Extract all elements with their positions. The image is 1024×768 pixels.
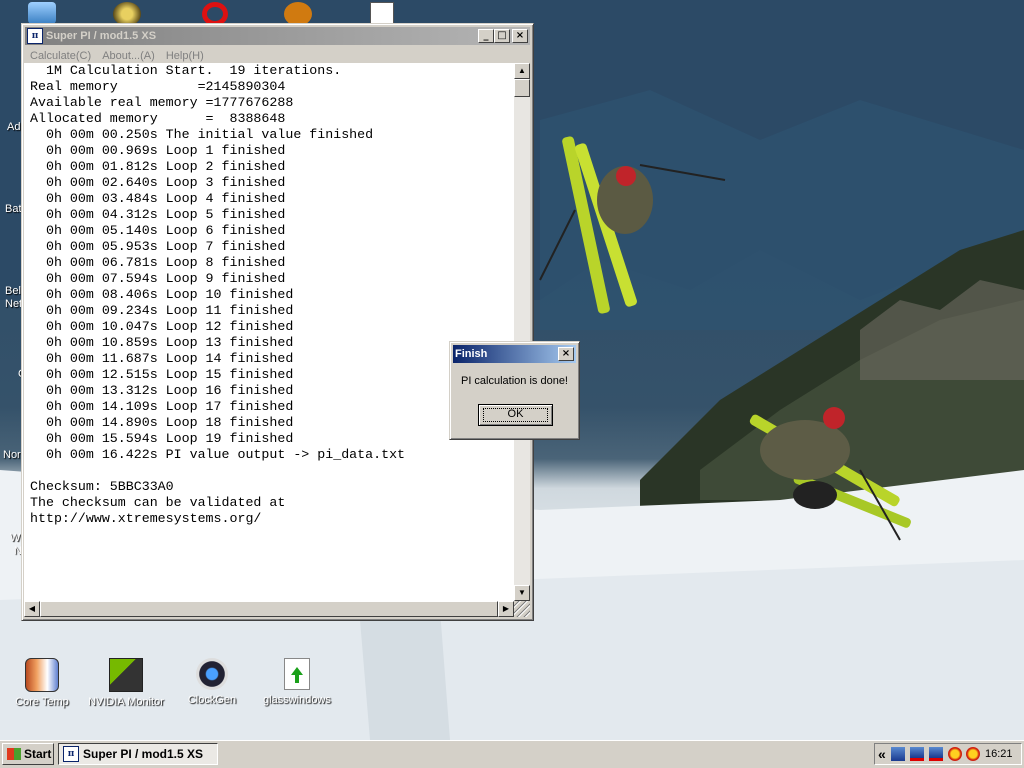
desktop-icon-core-temp[interactable]: Core Temp xyxy=(0,658,84,708)
edge-label[interactable]: W xyxy=(10,532,20,544)
superpi-titlebar[interactable]: π Super PI / mod1.5 XS _ □ × xyxy=(25,27,530,45)
output-line: 0h 00m 15.594s Loop 19 finished xyxy=(30,431,294,446)
network-icon[interactable] xyxy=(891,747,905,761)
output-line: 0h 00m 14.109s Loop 17 finished xyxy=(30,399,294,414)
taskbar: Start π Super PI / mod1.5 XS « 16:21 xyxy=(0,740,1024,768)
desktop-icon-label: Core Temp xyxy=(15,696,69,708)
minimize-button[interactable]: _ xyxy=(478,29,494,43)
desktop-icon-recycle-bin[interactable] xyxy=(28,2,56,24)
finish-dialog-message: PI calculation is done! xyxy=(460,375,568,387)
output-line: Checksum: 5BBC33A0 xyxy=(30,479,174,494)
warning-icon[interactable] xyxy=(966,747,980,761)
output-line: 0h 00m 04.312s Loop 5 finished xyxy=(30,207,286,222)
resize-grip[interactable] xyxy=(514,601,530,617)
output-line: 0h 00m 16.422s PI value output -> pi_dat… xyxy=(30,447,406,462)
clock[interactable]: 16:21 xyxy=(985,744,1013,764)
superpi-app-icon: π xyxy=(27,28,43,44)
desktop-icon-label: NVIDIA Monitor xyxy=(88,696,164,708)
output-line: 0h 00m 05.953s Loop 7 finished xyxy=(30,239,286,254)
desktop-icon-label: ClockGen xyxy=(187,694,237,706)
scroll-down-button[interactable]: ▼ xyxy=(514,585,530,601)
system-tray: « 16:21 xyxy=(874,743,1022,765)
finish-dialog: Finish × PI calculation is done! OK xyxy=(449,341,580,440)
taskbar-item-superpi[interactable]: π Super PI / mod1.5 XS xyxy=(58,743,218,765)
output-line: 0h 00m 01.812s Loop 2 finished xyxy=(30,159,286,174)
superpi-task-icon: π xyxy=(63,746,79,762)
output-line: 0h 00m 05.140s Loop 6 finished xyxy=(30,223,286,238)
security-alert-icon[interactable] xyxy=(948,747,962,761)
focus-rect xyxy=(483,408,548,422)
superpi-output[interactable]: 1M Calculation Start. 19 iterations. Real… xyxy=(24,63,518,601)
horizontal-scrollbar[interactable]: ◀ ▶ xyxy=(24,601,514,617)
output-line: 0h 00m 11.687s Loop 14 finished xyxy=(30,351,294,366)
windows-logo-icon xyxy=(7,748,21,760)
taskbar-item-label: Super PI / mod1.5 XS xyxy=(83,747,204,761)
output-line: 0h 00m 00.250s The initial value finishe… xyxy=(30,127,374,142)
output-line: 0h 00m 07.594s Loop 9 finished xyxy=(30,271,286,286)
output-line: 1M Calculation Start. 19 iterations. xyxy=(30,63,342,78)
network-disconnected-icon[interactable] xyxy=(910,747,924,761)
clock-gear-icon xyxy=(196,658,228,690)
start-label: Start xyxy=(24,747,52,761)
start-button[interactable]: Start xyxy=(2,743,54,765)
tray-expand-chevron[interactable]: « xyxy=(878,744,886,764)
nvidia-monitor-icon xyxy=(109,658,143,692)
menu-calculate[interactable]: Calculate(C) xyxy=(30,50,91,62)
output-line: 0h 00m 03.484s Loop 4 finished xyxy=(30,191,286,206)
dialog-close-button[interactable]: × xyxy=(558,347,574,361)
output-line: 0h 00m 14.890s Loop 18 finished xyxy=(30,415,294,430)
output-line: 0h 00m 06.781s Loop 8 finished xyxy=(30,255,286,270)
thermometer-icon xyxy=(25,658,59,692)
output-line: http://www.xtremesystems.org/ xyxy=(30,511,262,526)
vertical-scrollbar[interactable]: ▲ ▼ xyxy=(514,63,530,601)
close-button[interactable]: × xyxy=(512,29,528,43)
desktop-icon-glasswindows[interactable]: glasswindows xyxy=(255,658,339,706)
superpi-title: Super PI / mod1.5 XS xyxy=(46,30,157,42)
desktop-icon-nvidia-monitor[interactable]: NVIDIA Monitor xyxy=(84,658,168,708)
scroll-right-button[interactable]: ▶ xyxy=(498,601,514,617)
finish-dialog-titlebar[interactable]: Finish × xyxy=(453,345,576,363)
output-line: 0h 00m 09.234s Loop 11 finished xyxy=(30,303,294,318)
output-line: 0h 00m 02.640s Loop 3 finished xyxy=(30,175,286,190)
maximize-button[interactable]: □ xyxy=(494,29,510,43)
output-line: 0h 00m 00.969s Loop 1 finished xyxy=(30,143,286,158)
finish-dialog-title: Finish xyxy=(455,348,488,360)
desktop-icon-label: glasswindows xyxy=(263,694,331,706)
output-line: 0h 00m 12.515s Loop 15 finished xyxy=(30,367,294,382)
network-disconnected-icon[interactable] xyxy=(929,747,943,761)
menu-help[interactable]: Help(H) xyxy=(166,50,204,62)
scroll-left-button[interactable]: ◀ xyxy=(24,601,40,617)
output-line: Available real memory =1777676288 xyxy=(30,95,294,110)
output-line: 0h 00m 10.047s Loop 12 finished xyxy=(30,319,294,334)
menu-about[interactable]: About...(A) xyxy=(102,50,155,62)
file-up-arrow-icon xyxy=(284,658,310,690)
edge-label[interactable]: Net xyxy=(5,298,22,310)
ok-button[interactable]: OK xyxy=(478,404,553,426)
scroll-up-button[interactable]: ▲ xyxy=(514,63,530,79)
output-line: 0h 00m 13.312s Loop 16 finished xyxy=(30,383,294,398)
output-line: 0h 00m 10.859s Loop 13 finished xyxy=(30,335,294,350)
vertical-scroll-thumb[interactable] xyxy=(514,79,530,97)
desktop-icon-clockgen[interactable]: ClockGen xyxy=(170,658,254,706)
horizontal-scroll-thumb[interactable] xyxy=(40,601,498,617)
output-line: Real memory =2145890304 xyxy=(30,79,286,94)
output-line: 0h 00m 08.406s Loop 10 finished xyxy=(30,287,294,302)
output-line: Allocated memory = 8388648 xyxy=(30,111,286,126)
output-line: The checksum can be validated at xyxy=(30,495,286,510)
